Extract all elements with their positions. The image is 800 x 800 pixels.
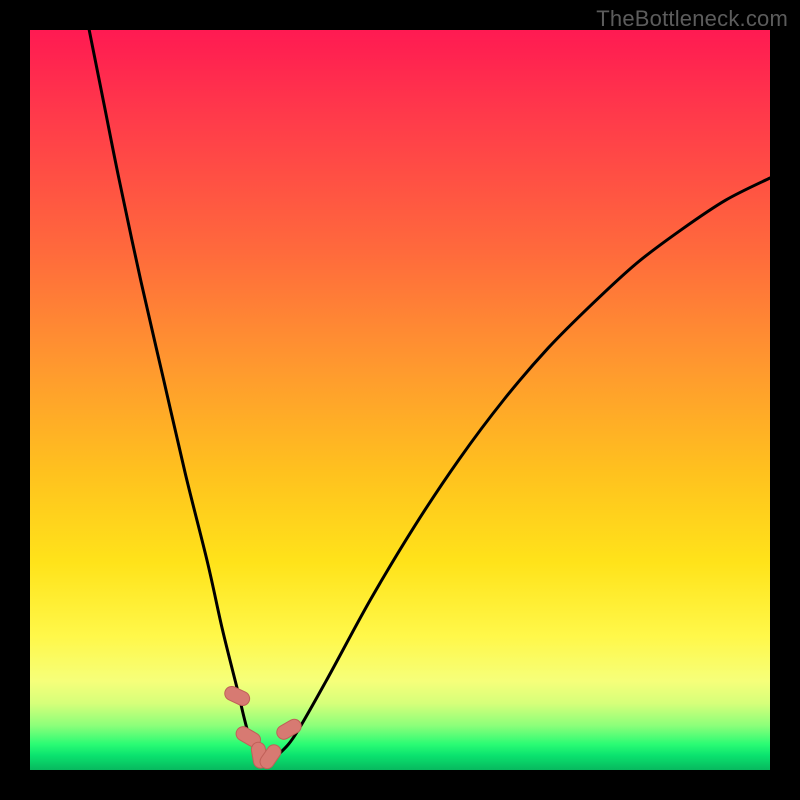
curve-layer [30,30,770,770]
chart-frame: TheBottleneck.com [0,0,800,800]
watermark-text: TheBottleneck.com [596,6,788,32]
plot-area [30,30,770,770]
trough-marker [274,717,304,742]
trough-markers [222,684,303,771]
bottleneck-curve [89,30,770,759]
